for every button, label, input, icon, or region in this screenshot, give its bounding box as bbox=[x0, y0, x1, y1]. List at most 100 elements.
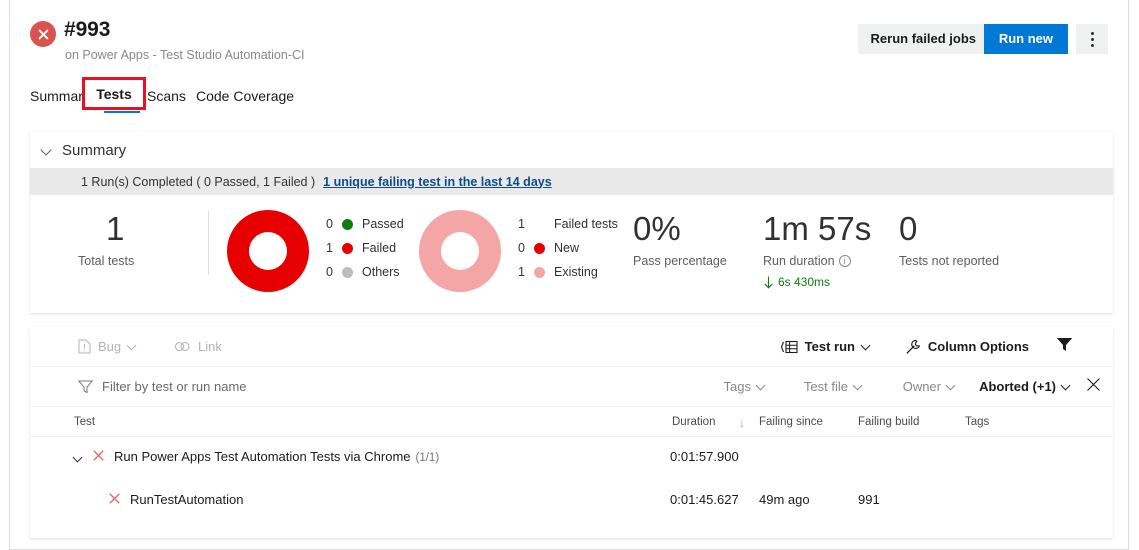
row-test-name-text: RunTestAutomation bbox=[130, 492, 244, 507]
legend-color-dot bbox=[342, 266, 353, 278]
wrench-icon bbox=[906, 339, 921, 354]
column-options-label: Column Options bbox=[927, 339, 1029, 354]
table-row[interactable]: Run Power Apps Test Automation Tests via… bbox=[30, 437, 1113, 477]
column-header-failing-build[interactable]: Failing build bbox=[858, 416, 919, 428]
group-rows-icon bbox=[780, 340, 798, 353]
arrow-down-icon bbox=[764, 276, 773, 289]
run-duration-label: Run duration i bbox=[763, 254, 851, 268]
table-row[interactable]: RunTestAutomation 0:01:45.627 49m ago 99… bbox=[30, 480, 1113, 520]
legend-label: Passed bbox=[362, 217, 404, 231]
run-new-button[interactable]: Run new bbox=[983, 24, 1068, 54]
filter-test-file-dropdown[interactable]: Test file bbox=[804, 379, 863, 394]
filter-tags-label: Tags bbox=[723, 379, 751, 394]
ellipsis-vertical-icon bbox=[1090, 31, 1094, 47]
chevron-down-icon bbox=[862, 342, 871, 351]
chevron-down-icon bbox=[128, 342, 137, 351]
row-test-name-text: Run Power Apps Test Automation Tests via… bbox=[114, 449, 411, 464]
rerun-failed-jobs-button[interactable]: Rerun failed jobs bbox=[857, 24, 989, 54]
filter-tags-dropdown[interactable]: Tags bbox=[724, 379, 766, 394]
row-failing-since: 49m ago bbox=[759, 492, 810, 507]
legend-color-dot bbox=[534, 266, 545, 278]
divider bbox=[208, 211, 209, 275]
filter-outcome-label: Aborted (+1) bbox=[979, 379, 1056, 394]
chevron-down-icon bbox=[854, 382, 863, 391]
page-subtitle: on Power Apps - Test Studio Automation-C… bbox=[65, 48, 305, 62]
legend-label: Failed bbox=[362, 241, 397, 255]
row-failing-build: 991 bbox=[858, 492, 880, 507]
annotation-tests-label: Tests bbox=[96, 85, 132, 102]
chevron-down-icon bbox=[42, 145, 53, 156]
donut-hole bbox=[249, 232, 287, 270]
legend-count: 1 bbox=[518, 265, 525, 279]
run-duration-value: 1m 57s bbox=[763, 210, 872, 247]
run-status-text: 1 Run(s) Completed ( 0 Passed, 1 Failed … bbox=[81, 174, 316, 189]
column-options-button[interactable]: Column Options bbox=[905, 339, 1029, 355]
filter-outcome-dropdown[interactable]: Aborted (+1) bbox=[979, 379, 1071, 394]
legend-count: 0 bbox=[326, 217, 333, 231]
tab-code-coverage[interactable]: Code Coverage bbox=[196, 78, 294, 114]
legend-count: 1 bbox=[518, 217, 525, 231]
legend-count: 0 bbox=[518, 241, 525, 255]
test-run-label: Test run bbox=[804, 339, 855, 354]
summary-stats: 1 Total tests 0 Passed 1 Failed 0 Others… bbox=[30, 195, 1113, 313]
page-title: #993 bbox=[64, 18, 111, 41]
funnel-filled-icon[interactable] bbox=[1056, 337, 1073, 357]
row-duration: 0:01:45.627 bbox=[670, 492, 739, 507]
more-actions-button[interactable] bbox=[1076, 24, 1108, 54]
clear-filters-button[interactable] bbox=[1086, 377, 1101, 397]
annotation-highlight-tests-tab: Tests bbox=[82, 77, 146, 110]
legend-color-dot bbox=[534, 219, 545, 230]
tab-bar: Summary Tests Scans Code Coverage bbox=[10, 78, 1128, 115]
failed-tests-legend: 1 Failed tests 0 New 1 Existing bbox=[518, 212, 618, 284]
legend-label: Failed tests bbox=[554, 217, 618, 231]
search-input[interactable]: Filter by test or run name bbox=[78, 379, 247, 394]
sort-descending-icon: ↓ bbox=[739, 416, 745, 430]
legend-count: 0 bbox=[326, 265, 333, 279]
legend-item-failed: 1 Failed bbox=[326, 236, 404, 260]
column-header-failing-since[interactable]: Failing since bbox=[759, 416, 823, 428]
failed-tests-donut-chart bbox=[419, 210, 501, 292]
legend-item-failed-tests: 1 Failed tests bbox=[518, 212, 618, 236]
summary-section-title: Summary bbox=[62, 141, 127, 159]
info-icon[interactable]: i bbox=[838, 255, 851, 267]
tab-summary[interactable]: Summary bbox=[30, 78, 90, 114]
summary-card: Summary 1 Run(s) Completed ( 0 Passed, 1… bbox=[30, 132, 1113, 313]
legend-item-others: 0 Others bbox=[326, 260, 404, 284]
chevron-down-icon bbox=[1062, 382, 1071, 391]
test-failed-x-icon bbox=[108, 492, 121, 510]
legend-count: 1 bbox=[326, 241, 333, 255]
bug-button-label: Bug bbox=[98, 339, 122, 354]
tab-active-underline bbox=[104, 111, 140, 113]
legend-label: Existing bbox=[554, 265, 598, 279]
column-header-duration[interactable]: Duration bbox=[672, 416, 715, 428]
filter-test-file-label: Test file bbox=[803, 379, 848, 394]
legend-item-passed: 0 Passed bbox=[326, 212, 404, 236]
chevron-down-icon bbox=[947, 382, 956, 391]
legend-color-dot bbox=[534, 242, 545, 254]
column-header-test[interactable]: Test bbox=[74, 416, 95, 428]
link-chain-icon bbox=[174, 341, 190, 352]
filter-owner-dropdown[interactable]: Owner bbox=[903, 379, 956, 394]
expand-collapse-chevron-icon[interactable] bbox=[74, 454, 84, 464]
results-filter-bar: Filter by test or run name Tags Test fil… bbox=[30, 367, 1113, 407]
file-bug-icon bbox=[78, 339, 91, 354]
run-duration-label-text: Run duration bbox=[763, 254, 835, 268]
run-duration-delta-value: 6s 430ms bbox=[778, 275, 831, 289]
column-header-tags[interactable]: Tags bbox=[965, 416, 989, 428]
link-button[interactable]: Link bbox=[174, 339, 222, 354]
legend-label: Others bbox=[362, 265, 400, 279]
run-status-bar: 1 Run(s) Completed ( 0 Passed, 1 Failed … bbox=[30, 168, 1113, 195]
tests-not-reported-label: Tests not reported bbox=[899, 254, 1000, 268]
pass-percentage-value: 0% bbox=[633, 210, 681, 247]
unique-failing-test-link[interactable]: 1 unique failing test in the last 14 day… bbox=[323, 175, 552, 189]
tab-scans[interactable]: Scans bbox=[147, 78, 186, 114]
bug-button[interactable]: Bug bbox=[78, 339, 137, 354]
test-run-grouping-button[interactable]: Test run bbox=[780, 339, 871, 354]
legend-item-existing: 1 Existing bbox=[518, 260, 618, 284]
build-results-page: #993 on Power Apps - Test Studio Automat… bbox=[0, 0, 1139, 550]
search-input-placeholder: Filter by test or run name bbox=[102, 379, 247, 394]
test-failed-x-icon bbox=[92, 449, 105, 467]
summary-section-header[interactable]: Summary bbox=[30, 132, 1113, 168]
row-duration: 0:01:57.900 bbox=[670, 449, 739, 464]
total-tests-label: Total tests bbox=[78, 254, 135, 268]
